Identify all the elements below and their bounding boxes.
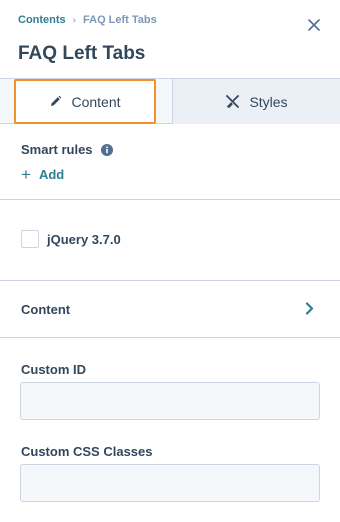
custom-id-input[interactable] xyxy=(20,382,320,420)
pencil-icon xyxy=(49,95,62,108)
smart-rules-heading: Smart rules xyxy=(21,142,114,159)
content-section-label: Content xyxy=(21,302,71,317)
custom-css-classes-label: Custom CSS Classes xyxy=(21,444,153,459)
breadcrumb-contents-link[interactable]: Contents xyxy=(18,14,66,26)
add-smart-rule-button[interactable]: + Add xyxy=(21,166,64,183)
custom-id-label: Custom ID xyxy=(21,362,86,377)
plus-icon: + xyxy=(21,165,31,184)
close-button[interactable] xyxy=(304,15,324,35)
chevron-right-icon[interactable] xyxy=(305,302,314,320)
info-icon[interactable] xyxy=(101,144,114,159)
custom-css-classes-input[interactable] xyxy=(20,464,320,502)
jquery-checkbox-label[interactable]: jQuery 3.7.0 xyxy=(47,232,121,247)
smart-rules-label: Smart rules xyxy=(21,142,93,157)
tab-styles-label: Styles xyxy=(249,93,288,110)
smart-rules-section: Smart rules + Add xyxy=(0,124,340,200)
page-title: FAQ Left Tabs xyxy=(18,43,146,64)
content-section-row[interactable]: Content xyxy=(0,281,340,338)
breadcrumb: Contents › FAQ Left Tabs xyxy=(18,14,157,26)
panel-header: Contents › FAQ Left Tabs FAQ Left Tabs xyxy=(0,0,340,80)
tab-bar: Content Styles xyxy=(0,78,340,124)
tab-styles[interactable]: Styles xyxy=(172,79,340,124)
close-icon xyxy=(308,19,320,31)
tab-content[interactable]: Content xyxy=(14,79,156,124)
breadcrumb-separator: › xyxy=(72,14,77,26)
add-smart-rule-label: Add xyxy=(38,167,65,182)
tab-content-label: Content xyxy=(71,93,121,110)
breadcrumb-current: FAQ Left Tabs xyxy=(83,14,157,26)
jquery-section: jQuery 3.7.0 xyxy=(0,200,340,281)
jquery-checkbox[interactable] xyxy=(21,230,39,248)
styles-icon xyxy=(225,94,240,109)
